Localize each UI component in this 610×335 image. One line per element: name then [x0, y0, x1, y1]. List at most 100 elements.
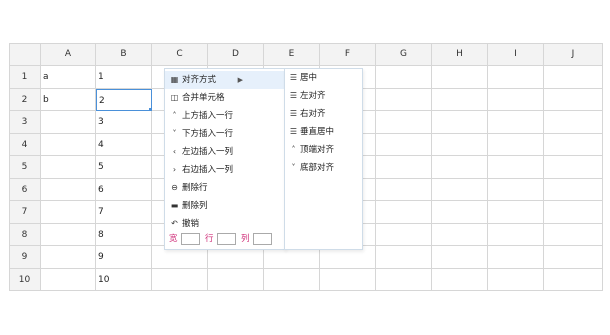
- cell-A7[interactable]: [41, 201, 96, 224]
- cell-J5[interactable]: [544, 156, 603, 179]
- submenu-item-left[interactable]: ☰ 左对齐: [285, 87, 362, 105]
- cell-I7[interactable]: [488, 201, 544, 224]
- cell-H9[interactable]: [432, 246, 488, 269]
- corner-cell[interactable]: [9, 43, 41, 66]
- row-header-5[interactable]: 5: [9, 156, 41, 179]
- row-header-10[interactable]: 10: [9, 268, 41, 291]
- row-header-6[interactable]: 6: [9, 178, 41, 201]
- cell-B1[interactable]: 1: [96, 66, 152, 89]
- column-header-B[interactable]: B: [96, 43, 152, 66]
- cell-G10[interactable]: [376, 268, 432, 291]
- cell-I4[interactable]: [488, 133, 544, 156]
- cell-G3[interactable]: [376, 111, 432, 134]
- width-input[interactable]: [181, 233, 200, 245]
- column-header-F[interactable]: F: [320, 43, 376, 66]
- cell-A5[interactable]: [41, 156, 96, 179]
- cell-G6[interactable]: [376, 178, 432, 201]
- cell-B3[interactable]: 3: [96, 111, 152, 134]
- column-header-H[interactable]: H: [432, 43, 488, 66]
- cell-E10[interactable]: [264, 268, 320, 291]
- submenu-item-center[interactable]: ☰ 居中: [285, 69, 362, 87]
- menu-item-insert-row-above[interactable]: ˄ 上方插入一行: [165, 107, 285, 125]
- column-header-D[interactable]: D: [208, 43, 264, 66]
- cell-H7[interactable]: [432, 201, 488, 224]
- cell-G9[interactable]: [376, 246, 432, 269]
- row-header-2[interactable]: 2: [9, 88, 41, 111]
- cell-I6[interactable]: [488, 178, 544, 201]
- cell-J4[interactable]: [544, 133, 603, 156]
- menu-item-insert-column-right[interactable]: › 右边插入一列: [165, 161, 285, 179]
- cell-A9[interactable]: [41, 246, 96, 269]
- cell-I9[interactable]: [488, 246, 544, 269]
- row-header-7[interactable]: 7: [9, 201, 41, 224]
- cell-A1[interactable]: a: [41, 66, 96, 89]
- row-header-3[interactable]: 3: [9, 111, 41, 134]
- menu-item-insert-row-below[interactable]: ˅ 下方插入一行: [165, 125, 285, 143]
- menu-item-delete-column[interactable]: ▬ 删除列: [165, 197, 285, 215]
- cell-H5[interactable]: [432, 156, 488, 179]
- column-width-input[interactable]: [253, 233, 272, 245]
- cell-J3[interactable]: [544, 111, 603, 134]
- cell-J2[interactable]: [544, 88, 603, 111]
- menu-item-merge-cells[interactable]: ◫ 合并单元格: [165, 89, 285, 107]
- cell-I1[interactable]: [488, 66, 544, 89]
- column-header-A[interactable]: A: [41, 43, 96, 66]
- selected-cell-B2[interactable]: 2: [96, 88, 152, 111]
- cell-J8[interactable]: [544, 223, 603, 246]
- cell-D10[interactable]: [208, 268, 264, 291]
- row-header-9[interactable]: 9: [9, 246, 41, 269]
- cell-A8[interactable]: [41, 223, 96, 246]
- menu-item-delete-row[interactable]: ⊖ 删除行: [165, 179, 285, 197]
- cell-J10[interactable]: [544, 268, 603, 291]
- cell-G7[interactable]: [376, 201, 432, 224]
- cell-H6[interactable]: [432, 178, 488, 201]
- cell-G1[interactable]: [376, 66, 432, 89]
- cell-H2[interactable]: [432, 88, 488, 111]
- column-header-I[interactable]: I: [488, 43, 544, 66]
- cell-J6[interactable]: [544, 178, 603, 201]
- cell-B4[interactable]: 4: [96, 133, 152, 156]
- cell-B6[interactable]: 6: [96, 178, 152, 201]
- cell-H8[interactable]: [432, 223, 488, 246]
- column-header-E[interactable]: E: [264, 43, 320, 66]
- cell-A3[interactable]: [41, 111, 96, 134]
- cell-F10[interactable]: [320, 268, 376, 291]
- cell-H3[interactable]: [432, 111, 488, 134]
- cell-I10[interactable]: [488, 268, 544, 291]
- menu-item-undo[interactable]: ↶ 撤销: [165, 215, 285, 233]
- column-header-G[interactable]: G: [376, 43, 432, 66]
- row-header-8[interactable]: 8: [9, 223, 41, 246]
- cell-B5[interactable]: 5: [96, 156, 152, 179]
- cell-G2[interactable]: [376, 88, 432, 111]
- cell-A6[interactable]: [41, 178, 96, 201]
- menu-item-insert-column-left[interactable]: ‹ 左边插入一列: [165, 143, 285, 161]
- submenu-item-bottom[interactable]: ˅ 底部对齐: [285, 159, 362, 177]
- cell-A10[interactable]: [41, 268, 96, 291]
- cell-I3[interactable]: [488, 111, 544, 134]
- cell-B10[interactable]: 10: [96, 268, 152, 291]
- cell-I8[interactable]: [488, 223, 544, 246]
- cell-J1[interactable]: [544, 66, 603, 89]
- cell-B8[interactable]: 8: [96, 223, 152, 246]
- cell-G8[interactable]: [376, 223, 432, 246]
- row-height-input[interactable]: [217, 233, 236, 245]
- cell-B9[interactable]: 9: [96, 246, 152, 269]
- cell-A4[interactable]: [41, 133, 96, 156]
- cell-J7[interactable]: [544, 201, 603, 224]
- row-header-1[interactable]: 1: [9, 66, 41, 89]
- cell-H4[interactable]: [432, 133, 488, 156]
- cell-B7[interactable]: 7: [96, 201, 152, 224]
- cell-J9[interactable]: [544, 246, 603, 269]
- menu-item-align[interactable]: ▦ 对齐方式 ▶: [165, 71, 285, 89]
- cell-G4[interactable]: [376, 133, 432, 156]
- submenu-item-right[interactable]: ☰ 右对齐: [285, 105, 362, 123]
- column-header-C[interactable]: C: [152, 43, 208, 66]
- cell-I5[interactable]: [488, 156, 544, 179]
- cell-G5[interactable]: [376, 156, 432, 179]
- cell-A2[interactable]: b: [41, 88, 96, 111]
- cell-H10[interactable]: [432, 268, 488, 291]
- cell-I2[interactable]: [488, 88, 544, 111]
- row-header-4[interactable]: 4: [9, 133, 41, 156]
- column-header-J[interactable]: J: [544, 43, 603, 66]
- submenu-item-top[interactable]: ˄ 顶端对齐: [285, 141, 362, 159]
